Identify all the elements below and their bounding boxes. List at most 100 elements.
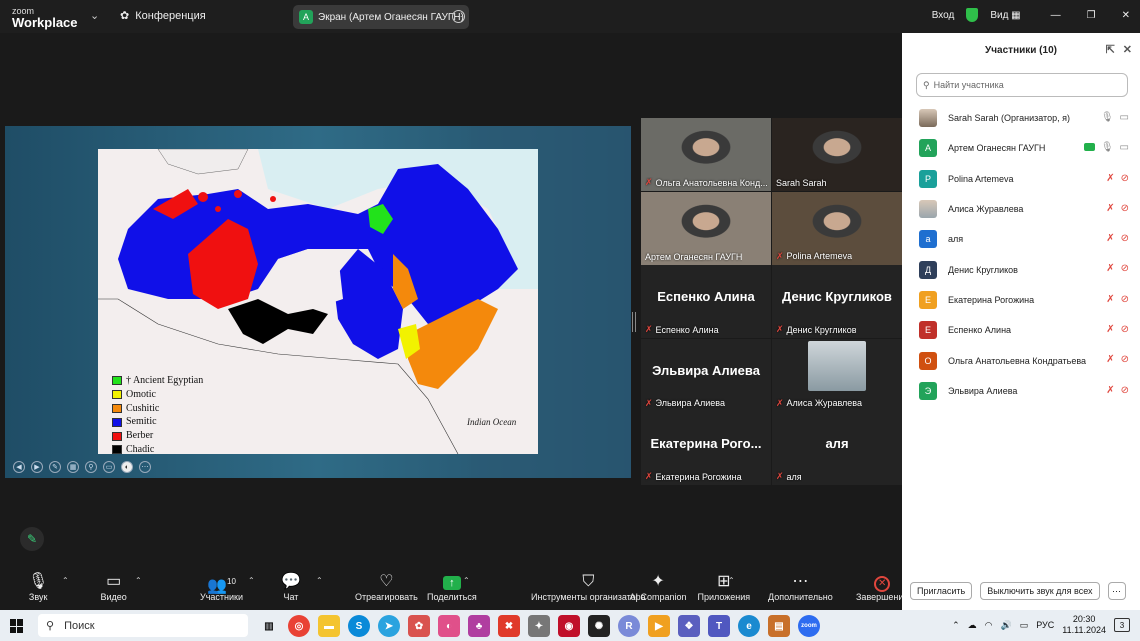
camera-off-icon[interactable]: ⊘ bbox=[1121, 263, 1129, 274]
restore-icon[interactable]: ❐ bbox=[1087, 10, 1096, 21]
wifi-icon[interactable]: ◠ bbox=[985, 620, 993, 631]
toolbar-button-участники[interactable]: 👥10 Участники bbox=[200, 572, 243, 602]
chevron-up-icon[interactable]: ⌃ bbox=[463, 576, 470, 585]
teams-icon[interactable]: T bbox=[708, 615, 730, 637]
video-tile[interactable]: Денис Кругликов ✗ Денис Кругликов bbox=[772, 265, 902, 338]
more-options-icon[interactable]: ⋯ bbox=[1107, 582, 1126, 600]
mute-all-button[interactable]: Выключить звук для всех bbox=[980, 582, 1100, 600]
view-button[interactable]: Вид ▦ bbox=[990, 10, 1020, 21]
invite-button[interactable]: Пригласить bbox=[910, 582, 973, 600]
chevron-up-icon[interactable]: ⌃ bbox=[62, 576, 69, 585]
shared-screen[interactable]: † Ancient Egyptian Omotic Cushitic Semitic B… bbox=[5, 126, 631, 478]
next-icon[interactable]: ▶ bbox=[31, 461, 43, 473]
volume-icon[interactable]: 🔊 bbox=[1001, 620, 1012, 631]
language-indicator[interactable]: РУС bbox=[1036, 620, 1054, 630]
file-explorer-icon[interactable]: ▬ bbox=[318, 615, 340, 637]
annotate-pen-icon[interactable]: ✎ bbox=[20, 527, 44, 551]
video-tile[interactable]: Екатерина Рого... ✗ Екатерина Рогожина bbox=[641, 412, 771, 485]
telegram-icon[interactable]: ➤ bbox=[378, 615, 400, 637]
close-icon[interactable]: ✕ bbox=[1122, 10, 1130, 21]
video-tile[interactable]: Эльвира Алиева ✗ Эльвира Алиева bbox=[641, 338, 771, 412]
app-icon[interactable]: ✖ bbox=[498, 615, 520, 637]
chevron-up-icon[interactable]: ⌃ bbox=[728, 576, 735, 585]
toolbar-button-дополнительно[interactable]: ⋯ Дополнительно bbox=[768, 572, 833, 602]
mic-off-icon[interactable]: ✗ bbox=[1106, 173, 1114, 184]
more-icon[interactable]: ⋯ bbox=[139, 461, 151, 473]
app-icon[interactable]: ❖ bbox=[678, 615, 700, 637]
mic-off-icon[interactable]: ✗ bbox=[1106, 263, 1114, 274]
toolbar-button-чат[interactable]: 💬 Чат bbox=[281, 572, 301, 602]
participant-row[interactable]: Алиса Журавлева ✗ ⊘ bbox=[902, 194, 1140, 224]
participant-row[interactable]: P Polina Artemeva ✗ ⊘ bbox=[902, 164, 1140, 194]
screen-share-pill[interactable]: А Экран (Артем Оганесян ГАУГН) ··· bbox=[293, 5, 469, 29]
toolbar-button-отреагировать[interactable]: ♡ Отреагировать bbox=[355, 572, 418, 602]
mic-off-icon[interactable]: ✗ bbox=[1106, 203, 1114, 214]
video-tile[interactable]: ✗ Алиса Журавлева bbox=[772, 338, 902, 412]
participant-row[interactable]: Е Екатерина Рогожина ✗ ⊘ bbox=[902, 285, 1140, 315]
camera-off-icon[interactable]: ⊘ bbox=[1121, 173, 1129, 184]
zoom-icon[interactable]: zoom bbox=[798, 615, 820, 637]
grid-icon[interactable]: ▦ bbox=[67, 461, 79, 473]
windows-start-icon[interactable] bbox=[10, 619, 24, 633]
mic-off-icon[interactable]: ✗ bbox=[1106, 385, 1114, 396]
camera-off-icon[interactable]: ⊘ bbox=[1121, 294, 1129, 305]
login-button[interactable]: Вход bbox=[932, 10, 955, 21]
mic-off-icon[interactable]: ✗ bbox=[1106, 233, 1114, 244]
chevron-up-icon[interactable]: ⌃ bbox=[248, 576, 255, 585]
mic-icon[interactable]: 🎙 bbox=[1101, 142, 1114, 153]
camera-off-icon[interactable]: ⊘ bbox=[1121, 385, 1129, 396]
zoom-icon[interactable]: ⚲ bbox=[85, 461, 97, 473]
mic-off-icon[interactable]: ✗ bbox=[1106, 354, 1114, 365]
chevron-up-icon[interactable]: ⌃ bbox=[316, 576, 323, 585]
task-view-icon[interactable]: ▥ bbox=[258, 615, 280, 637]
chrome-icon[interactable]: ◎ bbox=[288, 615, 310, 637]
camera-off-icon[interactable]: ⊘ bbox=[1121, 233, 1129, 244]
video-tile[interactable]: ✗ Ольга Анатольевна Конд... bbox=[641, 118, 771, 191]
app-icon[interactable]: ▤ bbox=[768, 615, 790, 637]
notification-icon[interactable]: 3 bbox=[1114, 618, 1130, 632]
app-icon[interactable]: ✦ bbox=[528, 615, 550, 637]
minimize-icon[interactable]: — bbox=[1051, 10, 1061, 21]
toolbar-button-звук[interactable]: 🎙 Звук bbox=[28, 572, 48, 602]
battery-icon[interactable]: ▭ bbox=[1020, 620, 1029, 631]
prev-icon[interactable]: ◀ bbox=[13, 461, 25, 473]
splitter-handle[interactable] bbox=[632, 312, 636, 332]
app-icon[interactable]: ▶ bbox=[648, 615, 670, 637]
chevron-down-icon[interactable]: ⌄ bbox=[90, 9, 99, 22]
toolbar-button-завершение[interactable]: ✕ Завершение bbox=[856, 572, 908, 602]
skype-icon[interactable]: S bbox=[348, 615, 370, 637]
conference-info[interactable]: ✿ Конференция bbox=[120, 9, 206, 23]
app-icon[interactable]: ✺ bbox=[588, 615, 610, 637]
app-icon[interactable]: ◉ bbox=[558, 615, 580, 637]
participant-row[interactable]: О Ольга Анатольевна Кондратьева ✗ ⊘ bbox=[902, 345, 1140, 375]
pop-out-icon[interactable]: ⇱ bbox=[1106, 43, 1115, 56]
app-icon[interactable]: R bbox=[618, 615, 640, 637]
camera-icon[interactable]: ▭ bbox=[1120, 142, 1129, 153]
clock[interactable]: 20:30 11.11.2024 bbox=[1062, 614, 1106, 636]
mic-off-icon[interactable]: ✗ bbox=[1106, 294, 1114, 305]
participant-row[interactable]: а аля ✗ ⊘ bbox=[902, 224, 1140, 254]
shield-icon[interactable] bbox=[966, 8, 979, 22]
close-panel-icon[interactable]: ✕ bbox=[1123, 43, 1132, 56]
app-icon[interactable]: ◐ bbox=[438, 615, 460, 637]
mic-icon[interactable]: 🎙 bbox=[1101, 112, 1114, 123]
slides-icon[interactable]: ▭ bbox=[103, 461, 115, 473]
video-tile[interactable]: ✗ Polina Artemeva bbox=[772, 191, 902, 265]
camera-off-icon[interactable]: ⊘ bbox=[1121, 354, 1129, 365]
participant-row[interactable]: А Артем Оганесян ГАУГН 🎙 ▭ bbox=[902, 133, 1140, 163]
caption-icon[interactable]: ◐ bbox=[121, 461, 133, 473]
video-tile[interactable]: Еспенко Алина ✗ Еспенко Алина bbox=[641, 265, 771, 338]
video-tile[interactable]: аля ✗ аля bbox=[772, 412, 902, 485]
participant-row[interactable]: Sarah Sarah (Организатор, я) 🎙 ▭ bbox=[902, 103, 1140, 133]
camera-icon[interactable]: ▭ bbox=[1120, 112, 1129, 123]
more-options-icon[interactable]: ··· bbox=[452, 10, 465, 23]
app-icon[interactable]: ✿ bbox=[408, 615, 430, 637]
pen-icon[interactable]: ✎ bbox=[49, 461, 61, 473]
app-icon[interactable]: ♣ bbox=[468, 615, 490, 637]
edge-icon[interactable]: e bbox=[738, 615, 760, 637]
toolbar-button-видео[interactable]: ▭ Видео bbox=[101, 572, 127, 602]
toolbar-button-ai-companion[interactable]: ✦ AI Companion bbox=[630, 572, 687, 602]
chevron-up-icon[interactable]: ⌃ bbox=[135, 576, 142, 585]
participant-row[interactable]: Э Эльвира Алиева ✗ ⊘ bbox=[902, 376, 1140, 406]
camera-off-icon[interactable]: ⊘ bbox=[1121, 203, 1129, 214]
